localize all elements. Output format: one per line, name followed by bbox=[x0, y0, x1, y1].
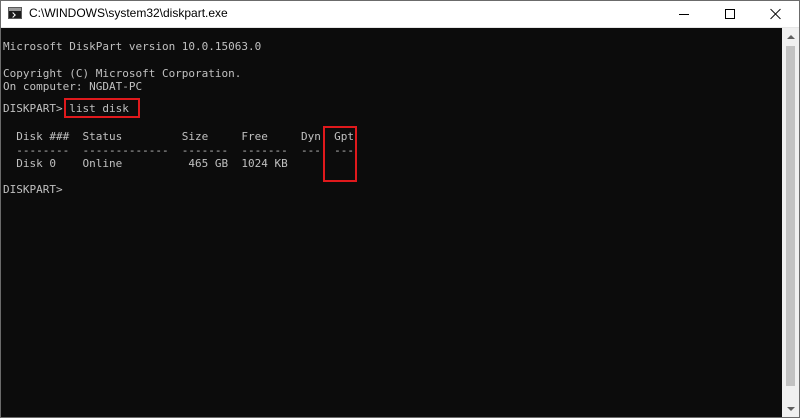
table-separator: -------- ------------- ------- ------- -… bbox=[3, 144, 354, 157]
scroll-up-icon[interactable] bbox=[782, 28, 799, 45]
scroll-thumb[interactable] bbox=[786, 46, 795, 386]
vertical-scrollbar[interactable] bbox=[782, 28, 799, 417]
console-output[interactable]: Microsoft DiskPart version 10.0.15063.0 … bbox=[1, 28, 782, 417]
table-header: Disk ### Status Size Free Dyn Gpt bbox=[3, 130, 354, 143]
minimize-icon bbox=[679, 14, 689, 15]
title-bar[interactable]: C:\WINDOWS\system32\diskpart.exe bbox=[1, 1, 799, 28]
version-line: Microsoft DiskPart version 10.0.15063.0 bbox=[3, 40, 262, 53]
maximize-icon bbox=[725, 9, 735, 19]
minimize-button[interactable] bbox=[661, 1, 707, 27]
copyright-line: Copyright (C) Microsoft Corporation. bbox=[3, 67, 242, 80]
diskpart-window: C:\WINDOWS\system32\diskpart.exe Microso… bbox=[0, 0, 800, 418]
command-highlight-box bbox=[64, 98, 140, 118]
maximize-button[interactable] bbox=[707, 1, 753, 27]
console-app-icon[interactable] bbox=[8, 7, 22, 19]
scroll-down-icon[interactable] bbox=[782, 400, 799, 417]
gpt-column-highlight-box bbox=[323, 126, 357, 182]
prompt-line: DISKPART> bbox=[3, 183, 70, 196]
close-icon bbox=[770, 8, 782, 20]
window-title: C:\WINDOWS\system32\diskpart.exe bbox=[29, 6, 228, 20]
close-button[interactable] bbox=[753, 1, 799, 27]
computer-line: On computer: NGDAT-PC bbox=[3, 80, 143, 93]
table-row: Disk 0 Online 465 GB 1024 KB bbox=[3, 157, 288, 170]
